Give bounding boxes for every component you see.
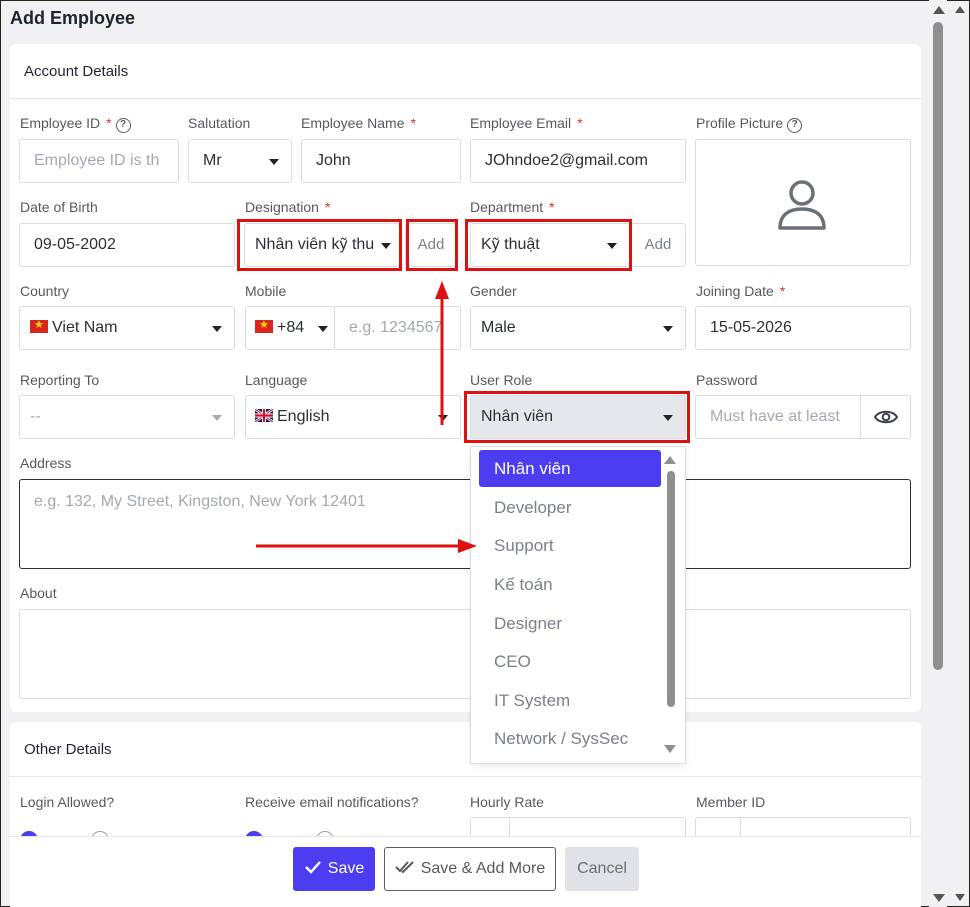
role-option[interactable]: CEO (479, 643, 661, 680)
save-button[interactable]: Save (293, 847, 375, 891)
dob-input[interactable]: 09-05-2002 (19, 223, 235, 267)
chevron-down-icon (663, 326, 673, 332)
hourly-rate-label: Hourly Rate (470, 794, 544, 810)
joining-date-input[interactable]: 15-05-2026 (695, 306, 911, 350)
chevron-down-icon (269, 159, 279, 165)
add-department-button[interactable]: Add (630, 223, 686, 267)
help-icon[interactable]: ? (115, 118, 131, 133)
highlight-user-role (464, 391, 690, 443)
mobile-code-select[interactable]: +84 (245, 306, 335, 350)
dropdown-scrollbar[interactable] (667, 471, 675, 707)
about-textarea[interactable] (19, 609, 911, 699)
gender-value: Male (481, 319, 516, 336)
outer-scroll-up-icon[interactable] (955, 6, 965, 13)
designation-label: Designation * (245, 199, 331, 215)
role-option[interactable]: IT System (479, 682, 661, 719)
mobile-code-value: +84 (277, 319, 305, 336)
page-scroll-down-icon[interactable] (933, 894, 945, 902)
salutation-value: Mr (203, 152, 222, 169)
save-add-more-label: Save & Add More (420, 860, 546, 877)
user-avatar-icon (778, 180, 826, 230)
page-scroll-thumb[interactable] (933, 22, 943, 670)
mobile-input[interactable]: e.g. 1234567 (334, 306, 461, 350)
save-add-more-button[interactable]: Save & Add More (384, 847, 556, 891)
role-option[interactable]: Support (479, 527, 661, 564)
salutation-select[interactable]: Mr (188, 139, 292, 183)
highlight-designation (237, 219, 402, 271)
department-label: Department * (470, 199, 555, 215)
about-label: About (20, 585, 57, 601)
highlight-add-designation (406, 219, 458, 271)
vietnam-flag-icon (30, 318, 48, 333)
chevron-down-icon (438, 415, 448, 421)
mobile-label: Mobile (245, 283, 287, 299)
password-placeholder: Must have at least (710, 408, 840, 425)
double-check-icon (395, 861, 414, 874)
reporting-to-label: Reporting To (20, 372, 100, 388)
reporting-to-select[interactable]: -- (19, 395, 235, 439)
page-scroll-up-icon[interactable] (933, 6, 945, 14)
employee-id-label: Employee ID *? (20, 115, 131, 133)
language-select[interactable]: English (245, 395, 461, 439)
uk-flag-icon (255, 409, 273, 422)
form-footer: Save Save & Add More Cancel (10, 836, 921, 907)
help-icon[interactable]: ? (787, 118, 803, 133)
password-input[interactable]: Must have at least (695, 395, 911, 439)
scroll-up-icon[interactable] (664, 456, 676, 464)
address-textarea[interactable]: e.g. 132, My Street, Kingston, New York … (19, 479, 911, 569)
scroll-down-icon[interactable] (664, 745, 676, 753)
outer-scroll-down-icon[interactable] (955, 894, 965, 901)
card-header: Account Details (10, 44, 921, 99)
joining-date-label: Joining Date * (696, 283, 786, 299)
dob-label: Date of Birth (20, 199, 98, 215)
country-label: Country (20, 283, 70, 299)
account-details-title: Account Details (24, 63, 129, 80)
email-notifications-label: Receive email notifications? (245, 794, 419, 810)
employee-id-input[interactable]: Employee ID is th (19, 139, 179, 183)
role-option[interactable]: Nhân viên (479, 450, 661, 487)
address-label: Address (20, 455, 72, 471)
check-icon (304, 861, 321, 874)
employee-name-input[interactable]: John (301, 139, 461, 183)
highlight-department (465, 219, 632, 271)
employee-email-input[interactable]: JOhndoe2@gmail.com (470, 139, 686, 183)
other-details-title: Other Details (24, 741, 112, 758)
user-role-dropdown[interactable]: Nhân viên Developer Support Kế toán Desi… (470, 446, 686, 764)
role-option[interactable]: Developer (479, 489, 661, 526)
profile-picture-upload[interactable] (695, 139, 911, 266)
save-label: Save (327, 860, 365, 877)
salutation-label: Salutation (188, 115, 251, 131)
role-option[interactable]: Kế toán (479, 566, 661, 603)
language-label: Language (245, 372, 308, 388)
vietnam-flag-icon (255, 318, 273, 333)
chevron-down-icon (212, 415, 222, 421)
cancel-button[interactable]: Cancel (565, 847, 639, 891)
employee-name-label: Employee Name * (301, 115, 416, 131)
chevron-down-icon (318, 326, 328, 332)
page-title: Add Employee (10, 8, 136, 28)
profile-picture-label: Profile Picture? (696, 115, 803, 133)
card-header: Other Details (10, 722, 921, 777)
employee-email-label: Employee Email * (470, 115, 583, 131)
eye-icon (874, 410, 898, 424)
role-option[interactable]: Network / SysSec (479, 720, 661, 757)
chevron-down-icon (212, 326, 222, 332)
role-option[interactable]: Designer (479, 605, 661, 642)
language-value: English (277, 408, 330, 425)
password-label: Password (696, 372, 758, 388)
gender-label: Gender (470, 283, 517, 299)
login-allowed-label: Login Allowed? (20, 794, 115, 810)
toggle-password-button[interactable] (860, 396, 910, 438)
country-select[interactable]: Viet Nam (19, 306, 235, 350)
reporting-to-value: -- (30, 408, 41, 425)
user-role-label: User Role (470, 372, 533, 388)
gender-select[interactable]: Male (470, 306, 686, 350)
country-value: Viet Nam (52, 319, 118, 336)
member-id-label: Member ID (696, 794, 766, 810)
